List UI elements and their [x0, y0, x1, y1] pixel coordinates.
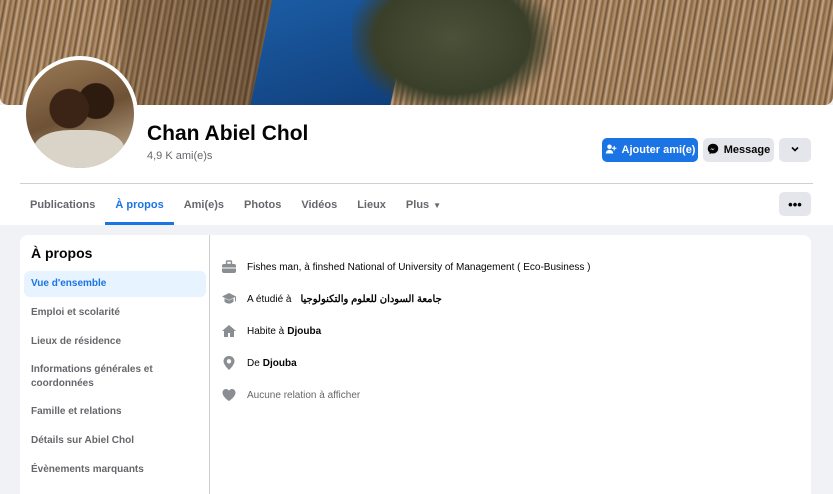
briefcase-icon: [220, 258, 238, 276]
tab-photos[interactable]: Photos: [234, 185, 291, 225]
from-city-link[interactable]: Djouba: [263, 358, 297, 369]
about-menu-details[interactable]: Détails sur Abiel Chol: [24, 428, 206, 454]
tab-label: Photos: [244, 199, 282, 211]
education-prefix: A étudié à: [247, 293, 292, 305]
tab-videos[interactable]: Vidéos: [291, 185, 347, 225]
about-card: À propos Vue d'ensemble Emploi et scolar…: [20, 235, 811, 494]
tab-label: Publications: [30, 199, 96, 211]
about-menu-contact-info[interactable]: Informations générales et coordonnées: [24, 357, 206, 397]
tab-about[interactable]: À propos: [105, 185, 174, 225]
avatar-shirt: [34, 130, 124, 168]
home-icon: [220, 322, 238, 340]
info-relationship: Aucune relation à afficher: [220, 386, 360, 404]
tab-places[interactable]: Lieux: [347, 185, 396, 225]
about-sidebar: À propos Vue d'ensemble Emploi et scolar…: [20, 235, 210, 494]
tab-label: Vidéos: [301, 199, 338, 211]
messenger-icon: [707, 143, 719, 158]
info-work: Fishes man, à finshed National of Univer…: [220, 258, 591, 276]
profile-avatar[interactable]: [22, 56, 138, 172]
more-actions-button[interactable]: [779, 138, 811, 162]
profile-tabs: Publications À propos Ami(e)s Photos Vid…: [20, 185, 451, 225]
tab-label: Plus: [405, 199, 430, 211]
chevron-down-icon: [790, 144, 800, 157]
ellipsis-icon: •••: [788, 196, 802, 212]
about-menu-family[interactable]: Famille et relations: [24, 399, 206, 425]
about-menu-work-education[interactable]: Emploi et scolarité: [24, 300, 206, 326]
tab-publications[interactable]: Publications: [20, 185, 105, 225]
tab-label: Ami(e)s: [183, 199, 225, 211]
add-friend-button[interactable]: Ajouter ami(e): [602, 138, 698, 162]
work-text: Fishes man, à finshed National of Univer…: [247, 261, 591, 273]
profile-name: Chan Abiel Chol: [147, 122, 309, 145]
lives-prefix: Habite à: [247, 325, 285, 337]
profile-options-button[interactable]: •••: [779, 192, 811, 216]
info-lives: Habite à Djouba: [220, 322, 321, 340]
about-menu-life-events[interactable]: Évènements marquants: [24, 457, 206, 483]
message-button[interactable]: Message: [703, 138, 774, 162]
education-school-link[interactable]: جامعة السودان للعلوم والتكنولوجيا: [300, 294, 441, 305]
heart-icon: [220, 386, 238, 404]
about-menu-overview[interactable]: Vue d'ensemble: [24, 271, 206, 297]
from-prefix: De: [247, 357, 260, 369]
person-plus-icon: [605, 143, 617, 158]
tab-friends[interactable]: Ami(e)s: [174, 185, 234, 225]
tab-label: À propos: [115, 199, 164, 211]
lives-city-link[interactable]: Djouba: [287, 326, 321, 337]
info-education: A étudié à جامعة السودان للعلوم والتكنول…: [220, 290, 442, 308]
location-pin-icon: [220, 354, 238, 372]
tab-label: Lieux: [357, 199, 386, 211]
graduation-cap-icon: [220, 290, 238, 308]
tab-more[interactable]: Plus ▼: [396, 185, 451, 225]
add-friend-label: Ajouter ami(e): [621, 144, 696, 156]
cover-person: [352, 0, 552, 105]
header-divider: [20, 183, 813, 184]
relationship-text: Aucune relation à afficher: [247, 389, 361, 401]
about-menu-places[interactable]: Lieux de résidence: [24, 329, 206, 355]
message-label: Message: [723, 144, 771, 156]
caret-down-icon: ▼: [433, 200, 442, 210]
about-title: À propos: [31, 245, 93, 261]
friends-count[interactable]: 4,9 K ami(e)s: [147, 150, 212, 162]
info-from: De Djouba: [220, 354, 297, 372]
